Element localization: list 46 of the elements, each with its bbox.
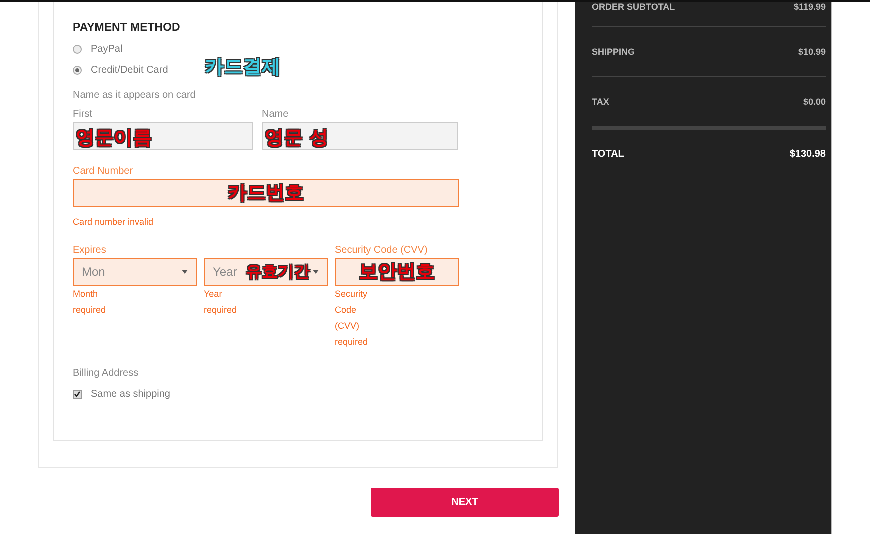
summary-label: SHIPPING (592, 46, 636, 56)
annotation-text: 보안번호 (359, 260, 435, 285)
error-message: required (204, 304, 238, 317)
summary-label: TOTAL (592, 149, 624, 160)
annotation-text: 영문 성 (265, 126, 329, 151)
input-field[interactable]: 영문 성 (262, 122, 458, 150)
summary-label: ORDER SUBTOTAL (592, 2, 676, 12)
error-message: required (73, 304, 108, 317)
error-message: (CVV) (335, 320, 360, 333)
annotation-text: 카드결제 (205, 55, 281, 80)
summary-value: $0.00 (803, 96, 826, 106)
annotation-text: 영문이름 (76, 126, 152, 151)
field-label: Security Code (CVV) (335, 245, 429, 256)
summary-value: $10.99 (798, 46, 826, 56)
summary-label: TAX (592, 96, 610, 106)
error-message: Security (335, 288, 369, 301)
field-label: Name (262, 109, 290, 120)
next-button[interactable]: NEXT (371, 488, 559, 517)
select-field[interactable]: Year 유효기간 (204, 258, 328, 286)
field-label: Card Number (73, 166, 134, 177)
error-message: Card number invalid (73, 217, 155, 227)
error-message: Code (335, 304, 358, 317)
radio-button[interactable] (73, 66, 82, 75)
caret-icon (182, 270, 188, 274)
error-message: Month (73, 288, 100, 301)
radio-label: Credit/Debit Card (91, 65, 168, 76)
input-field[interactable]: 보안번호 (335, 258, 459, 286)
radio-button[interactable] (73, 45, 82, 54)
annotation-text: 카드번호 (228, 181, 304, 206)
field-label: Billing Address (73, 368, 140, 379)
select-field[interactable]: Mon (73, 258, 197, 286)
radio-label: PayPal (91, 44, 123, 55)
field-label: First (73, 109, 94, 120)
error-message: Year (204, 288, 224, 301)
error-message: required (335, 336, 370, 349)
input-field[interactable]: 영문이름 (73, 122, 253, 150)
field-label: Name as it appears on card (73, 90, 197, 101)
annotation-text: 유효기간 (246, 262, 310, 282)
input-field[interactable]: 카드번호 (73, 179, 459, 207)
caret-icon (313, 270, 319, 274)
field-label: Expires (73, 245, 108, 256)
section-title: PAYMENT METHOD (73, 22, 182, 34)
summary-value: $130.98 (790, 149, 826, 160)
summary-value: $119.99 (794, 2, 826, 12)
checkbox[interactable] (73, 390, 82, 399)
checkbox-label: Same as shipping (91, 389, 170, 400)
